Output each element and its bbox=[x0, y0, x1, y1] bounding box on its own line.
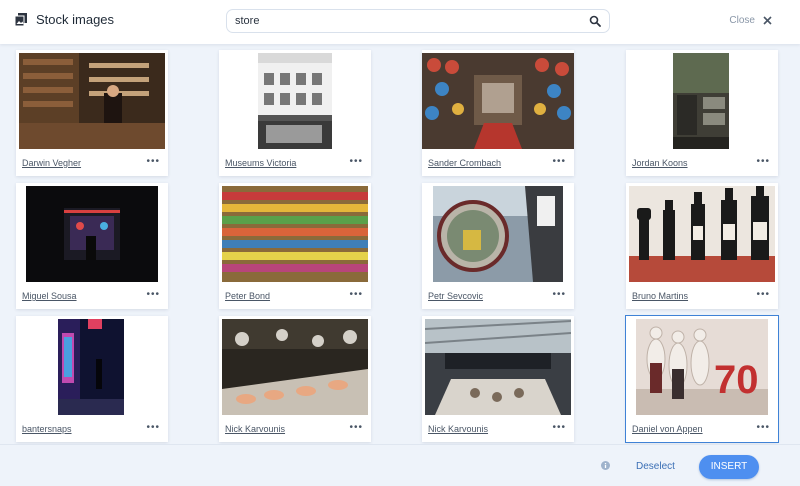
image-grid: Darwin Vegher ••• Museums Victoria ••• S… bbox=[0, 44, 800, 444]
image-thumbnail[interactable] bbox=[58, 319, 124, 415]
author-link[interactable]: Nick Karvounis bbox=[225, 424, 285, 434]
insert-button[interactable]: INSERT bbox=[699, 455, 759, 479]
image-card[interactable]: Nick Karvounis ••• bbox=[219, 316, 371, 442]
search-input[interactable] bbox=[235, 13, 575, 29]
author-link[interactable]: Daniel von Appen bbox=[632, 424, 703, 434]
svg-text:70: 70 bbox=[714, 358, 759, 402]
image-card[interactable]: Miguel Sousa ••• bbox=[16, 183, 168, 309]
close-icon[interactable] bbox=[763, 16, 772, 25]
author-link[interactable]: Sander Crombach bbox=[428, 158, 501, 168]
image-card[interactable]: Nick Karvounis ••• bbox=[422, 316, 574, 442]
dialog-header: Stock images Close bbox=[0, 0, 800, 44]
more-options-icon[interactable]: ••• bbox=[552, 289, 566, 300]
close-button[interactable]: Close bbox=[729, 15, 772, 26]
image-card[interactable]: Bruno Martins ••• bbox=[626, 183, 778, 309]
author-link[interactable]: bantersnaps bbox=[22, 424, 72, 434]
image-card[interactable]: Museums Victoria ••• bbox=[219, 50, 371, 176]
more-options-icon[interactable]: ••• bbox=[349, 156, 363, 167]
deselect-button[interactable]: Deselect bbox=[636, 461, 675, 472]
more-options-icon[interactable]: ••• bbox=[146, 289, 160, 300]
more-options-icon[interactable]: ••• bbox=[552, 422, 566, 433]
image-thumbnail[interactable] bbox=[422, 53, 574, 149]
more-options-icon[interactable]: ••• bbox=[146, 156, 160, 167]
dialog-title: Stock images bbox=[36, 12, 115, 27]
author-link[interactable]: Peter Bond bbox=[225, 291, 270, 301]
more-options-icon[interactable]: ••• bbox=[552, 156, 566, 167]
more-options-icon[interactable]: ••• bbox=[756, 289, 770, 300]
author-link[interactable]: Darwin Vegher bbox=[22, 158, 81, 168]
image-thumbnail[interactable] bbox=[673, 53, 729, 149]
more-options-icon[interactable]: ••• bbox=[756, 422, 770, 433]
image-card[interactable]: Petr Sevcovic ••• bbox=[422, 183, 574, 309]
more-options-icon[interactable]: ••• bbox=[146, 422, 160, 433]
image-card-selected[interactable]: 70 Daniel von Appen ••• bbox=[625, 315, 779, 443]
image-card[interactable]: Sander Crombach ••• bbox=[422, 50, 574, 176]
image-thumbnail[interactable] bbox=[26, 186, 158, 282]
author-link[interactable]: Jordan Koons bbox=[632, 158, 688, 168]
close-label: Close bbox=[729, 15, 755, 26]
image-card[interactable]: Darwin Vegher ••• bbox=[16, 50, 168, 176]
more-options-icon[interactable]: ••• bbox=[756, 156, 770, 167]
author-link[interactable]: Petr Sevcovic bbox=[428, 291, 483, 301]
dialog-footer: Deselect INSERT bbox=[0, 444, 800, 486]
image-thumbnail[interactable] bbox=[19, 53, 165, 149]
more-options-icon[interactable]: ••• bbox=[349, 289, 363, 300]
title-group: Stock images bbox=[15, 12, 114, 27]
search-box[interactable] bbox=[226, 9, 610, 33]
info-icon[interactable] bbox=[601, 461, 610, 470]
image-card[interactable]: bantersnaps ••• bbox=[16, 316, 168, 442]
search-icon[interactable] bbox=[589, 15, 601, 27]
image-thumbnail[interactable] bbox=[433, 186, 563, 282]
author-link[interactable]: Nick Karvounis bbox=[428, 424, 488, 434]
stock-images-icon bbox=[15, 12, 27, 26]
image-thumbnail[interactable] bbox=[629, 186, 775, 282]
image-card[interactable]: Peter Bond ••• bbox=[219, 183, 371, 309]
image-thumbnail[interactable] bbox=[425, 319, 571, 415]
more-options-icon[interactable]: ••• bbox=[349, 422, 363, 433]
author-link[interactable]: Museums Victoria bbox=[225, 158, 296, 168]
author-link[interactable]: Miguel Sousa bbox=[22, 291, 77, 301]
image-thumbnail[interactable] bbox=[222, 319, 368, 415]
image-thumbnail[interactable]: 70 bbox=[636, 319, 768, 415]
author-link[interactable]: Bruno Martins bbox=[632, 291, 688, 301]
image-thumbnail[interactable] bbox=[222, 186, 368, 282]
image-thumbnail[interactable] bbox=[258, 53, 332, 149]
image-card[interactable]: Jordan Koons ••• bbox=[626, 50, 778, 176]
